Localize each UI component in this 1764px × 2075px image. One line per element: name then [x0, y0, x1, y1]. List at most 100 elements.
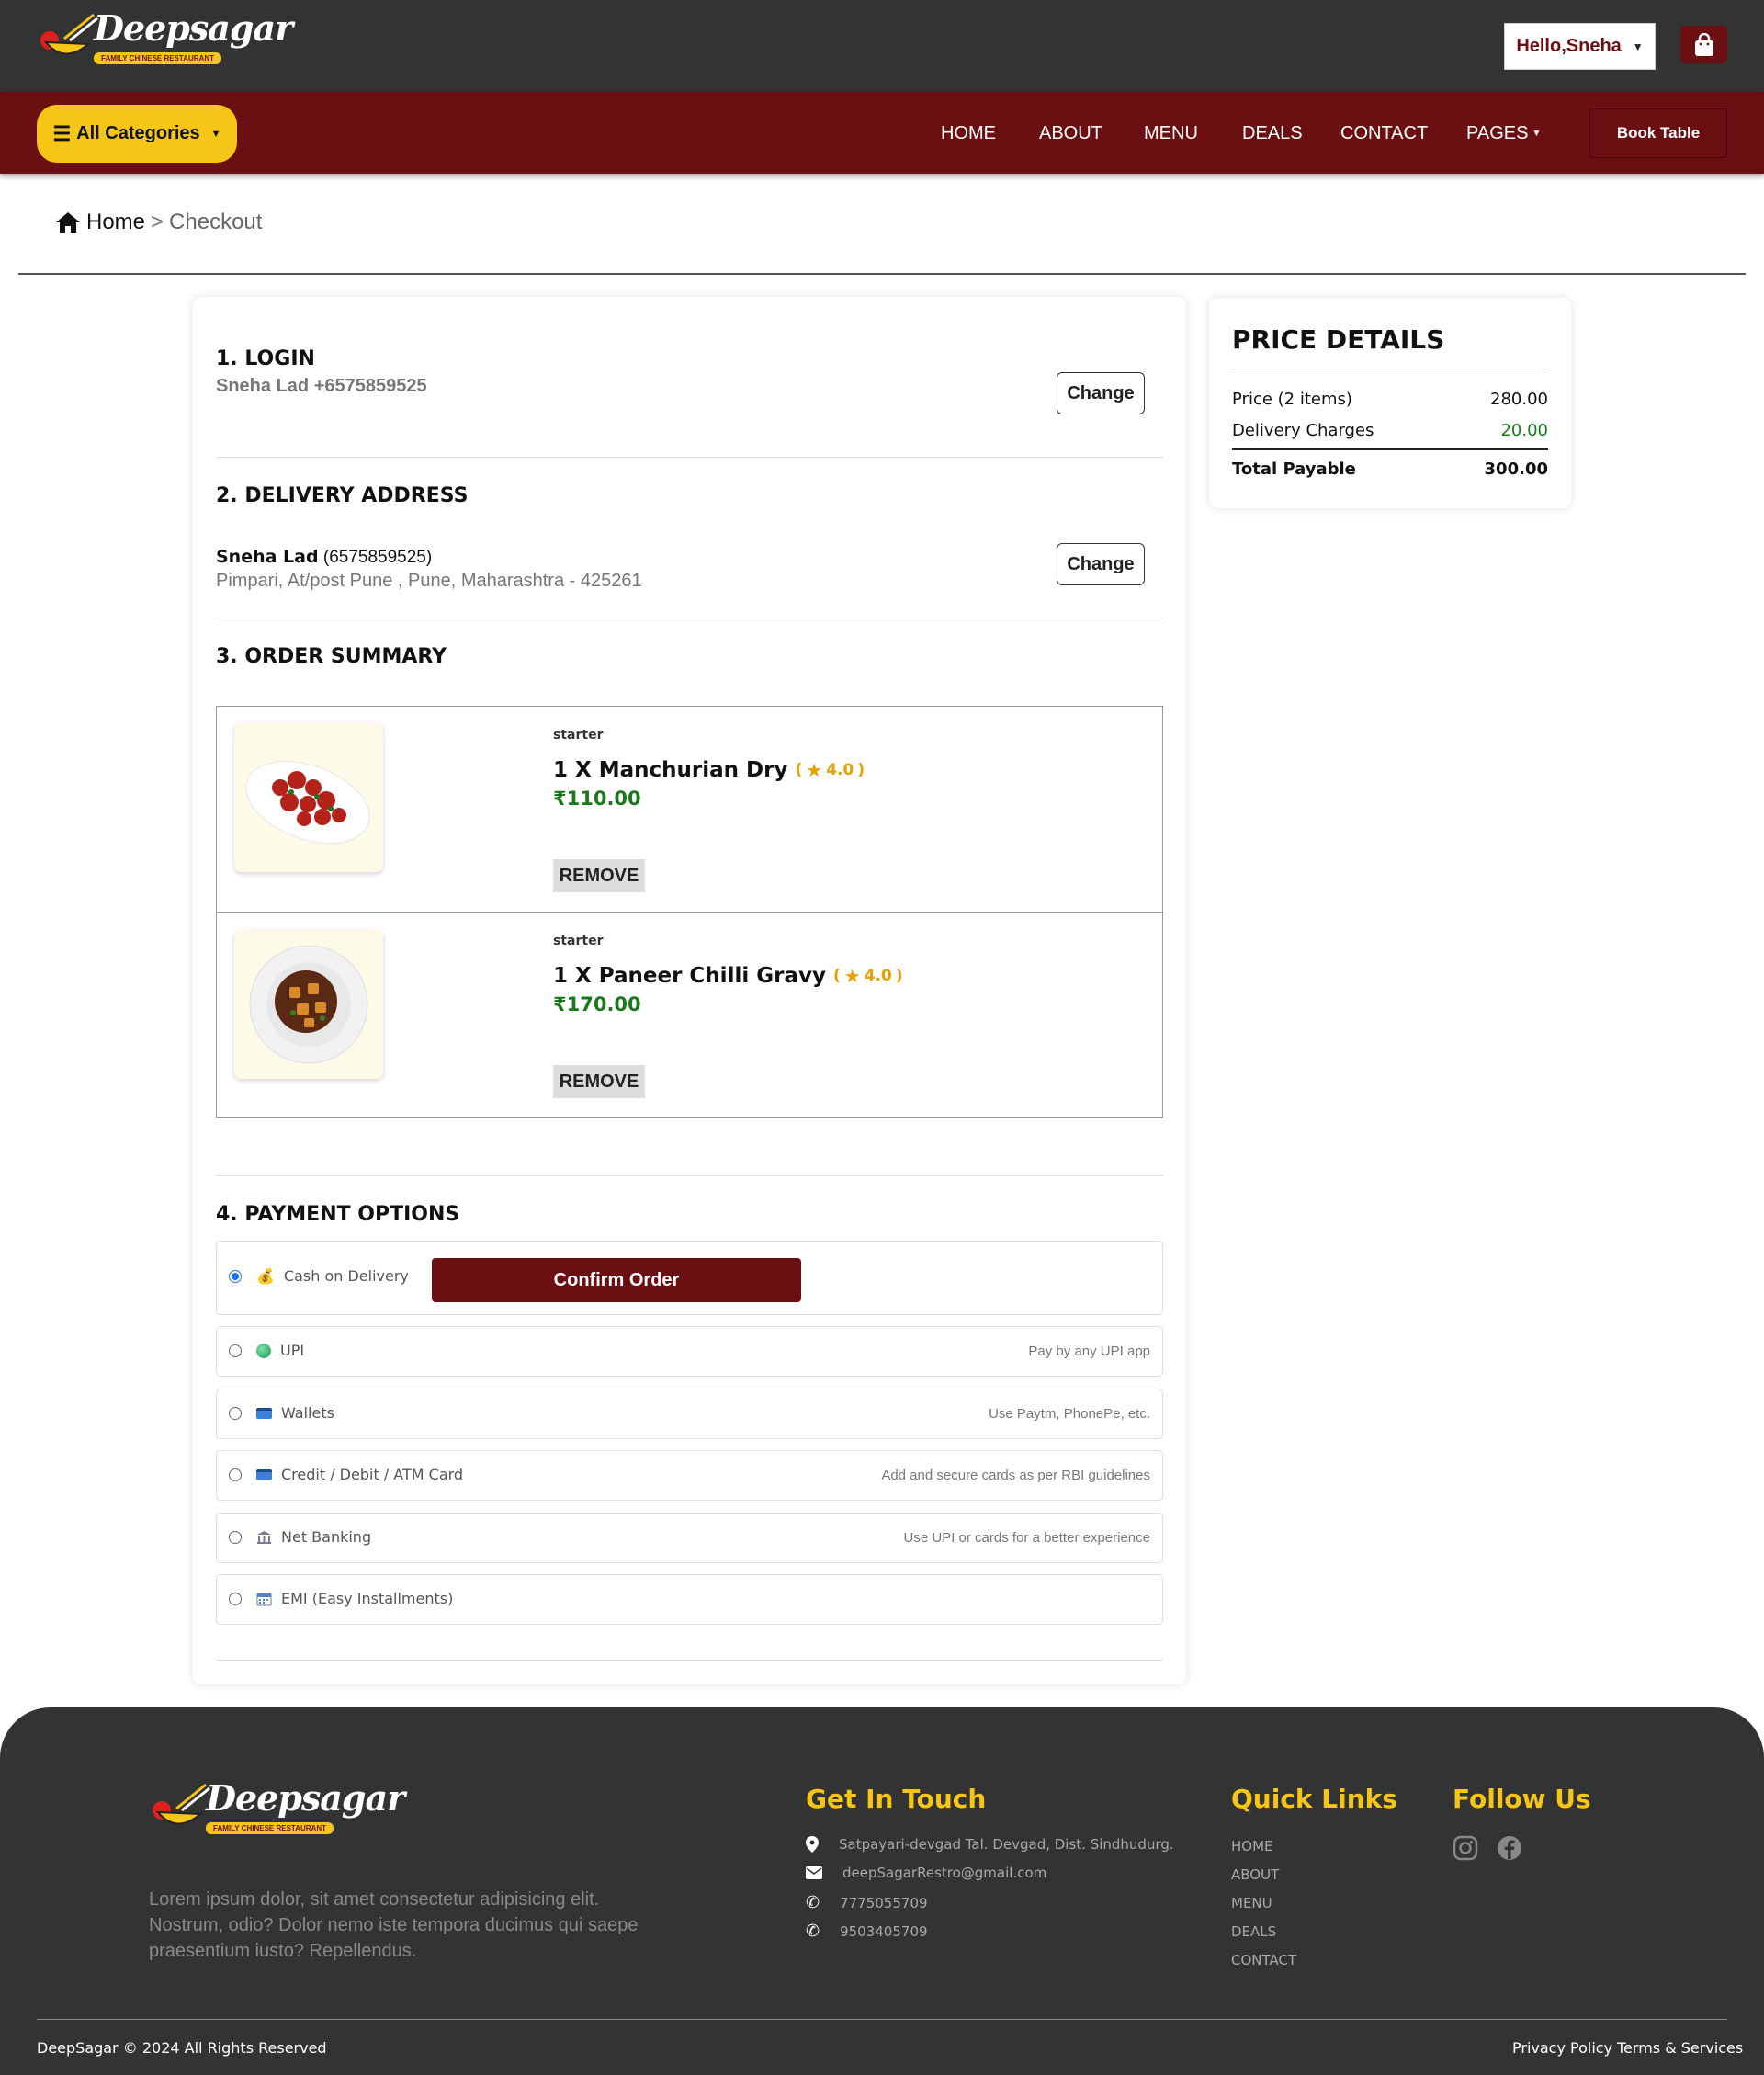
- footer-divider: [37, 2019, 1727, 2020]
- payment-label-emi: EMI (Easy Installments): [256, 1590, 453, 1607]
- brand-name: Deepsagar: [94, 6, 293, 49]
- payment-label-upi: UPI: [256, 1342, 304, 1359]
- nav-home[interactable]: HOME: [941, 123, 996, 144]
- total-row: Total Payable 300.00: [1232, 459, 1548, 479]
- total-value: 300.00: [1484, 459, 1548, 479]
- cart-button[interactable]: [1680, 26, 1727, 63]
- payment-option-upi[interactable]: [216, 1326, 1163, 1377]
- login-title: 1. LOGIN: [216, 347, 315, 370]
- payment-radio-emi[interactable]: [229, 1593, 242, 1605]
- payment-label-wallets: Wallets: [256, 1404, 334, 1422]
- payment-radio-wallets[interactable]: [229, 1407, 242, 1420]
- nav-about[interactable]: ABOUT: [1039, 123, 1102, 144]
- footer-email-text[interactable]: deepSagarRestro@gmail.com: [842, 1865, 1046, 1881]
- breadcrumb-separator: >: [151, 210, 164, 234]
- book-table-button[interactable]: Book Table: [1589, 108, 1727, 158]
- payment-label-text: UPI: [280, 1342, 305, 1359]
- footer-link-contact[interactable]: CONTACT: [1231, 1952, 1296, 1968]
- all-categories-button[interactable]: ☰ All Categories ▼: [37, 105, 237, 163]
- footer-link-about[interactable]: ABOUT: [1231, 1866, 1279, 1883]
- footer-contact-title: Get In Touch: [806, 1784, 987, 1814]
- order-summary-title: 3. ORDER SUMMARY: [216, 645, 447, 668]
- payment-label-text: Cash on Delivery: [283, 1267, 409, 1285]
- login-change-button[interactable]: Change: [1057, 372, 1145, 414]
- caret-down-icon: ▼: [210, 128, 221, 140]
- login-user: Sneha Lad +6575859525: [216, 376, 427, 396]
- address-line: Pimpari, At/post Pune , Pune, Maharashtr…: [216, 571, 642, 591]
- payment-hint-upi: Pay by any UPI app: [1028, 1344, 1150, 1359]
- footer-phone-2-text[interactable]: 9503405709: [840, 1923, 927, 1940]
- instagram-icon[interactable]: [1453, 1835, 1478, 1861]
- footer-brand-logo[interactable]: Deepsagar FAMILY CHINESE RESTAURANT: [149, 1777, 405, 1836]
- delivery-label: Delivery Charges: [1232, 421, 1374, 440]
- item-name: 1 X Manchurian Dry ( ★ 4.0 ): [553, 758, 865, 782]
- footer-address-text: Satpayari-devgad Tal. Devgad, Dist. Sind…: [839, 1836, 1174, 1853]
- greeting-label: Hello,Sneha: [1516, 36, 1622, 56]
- footer-email: deepSagarRestro@gmail.com: [806, 1865, 1046, 1881]
- item-price: ₹110.00: [553, 788, 641, 810]
- item-rating-value: 4.0: [826, 761, 854, 779]
- star-icon: ★: [806, 759, 823, 781]
- user-menu-button[interactable]: Hello,Sneha ▼: [1504, 23, 1656, 70]
- bank-icon: [257, 1530, 271, 1544]
- wallet-card-icon: [256, 1407, 272, 1419]
- payment-radio-upi[interactable]: [229, 1344, 242, 1357]
- breadcrumb-current: Checkout: [169, 210, 263, 234]
- nav-pages-label: PAGES: [1466, 123, 1529, 143]
- location-pin-icon: [806, 1836, 819, 1853]
- terms-link[interactable]: Terms & Services: [1617, 2039, 1743, 2057]
- divider: [18, 273, 1746, 275]
- breadcrumb-home[interactable]: Home: [86, 210, 145, 235]
- delivery-value: 20.00: [1500, 421, 1548, 440]
- remove-item-button[interactable]: REMOVE: [553, 1065, 645, 1098]
- footer-phone-1-text[interactable]: 7775055709: [840, 1895, 927, 1911]
- remove-item-button[interactable]: REMOVE: [553, 859, 645, 892]
- bowl-chopsticks-icon: [40, 13, 98, 55]
- caret-down-icon: ▼: [1532, 129, 1542, 139]
- address-name: Sneha Lad: [216, 547, 319, 567]
- phone-icon: ✆: [806, 1893, 820, 1911]
- social-links: [1453, 1835, 1522, 1861]
- payment-radio-card[interactable]: [229, 1468, 242, 1481]
- footer-link-deals[interactable]: DEALS: [1231, 1923, 1276, 1940]
- address-contact: Sneha Lad (6575859525): [216, 547, 432, 568]
- price-details-title: PRICE DETAILS: [1232, 324, 1445, 355]
- all-categories-label: All Categories: [76, 123, 200, 143]
- footer-link-home[interactable]: HOME: [1231, 1838, 1273, 1854]
- address-change-button[interactable]: Change: [1057, 543, 1145, 585]
- footer-copyright: DeepSagar © 2024 All Rights Reserved: [37, 2039, 327, 2057]
- footer-link-menu[interactable]: MENU: [1231, 1895, 1272, 1911]
- item-name: 1 X Paneer Chilli Gravy ( ★ 4.0 ): [553, 964, 903, 988]
- nav-pages[interactable]: PAGES ▼: [1466, 123, 1541, 144]
- bowl-chopsticks-icon: [153, 1783, 210, 1825]
- privacy-policy-link[interactable]: Privacy Policy: [1512, 2039, 1612, 2057]
- payment-label-cod: 💰 Cash on Delivery: [256, 1267, 409, 1285]
- footer-phone-1: ✆ 7775055709: [806, 1893, 928, 1912]
- facebook-icon[interactable]: [1497, 1835, 1522, 1861]
- footer-about: Lorem ipsum dolor, sit amet consectetur …: [149, 1889, 639, 1961]
- payment-hint-netbanking: Use UPI or cards for a better experience: [903, 1530, 1150, 1546]
- nav-contact[interactable]: CONTACT: [1340, 123, 1428, 144]
- shopping-bag-icon: [1694, 32, 1713, 56]
- upi-icon: [256, 1343, 271, 1358]
- nav-deals[interactable]: DEALS: [1242, 123, 1303, 144]
- payment-label-netbanking: Net Banking: [256, 1528, 371, 1546]
- home-icon: [56, 212, 80, 233]
- item-price: ₹170.00: [553, 993, 641, 1015]
- payment-label-text: EMI (Easy Installments): [281, 1590, 454, 1607]
- price-row: Price (2 items) 280.00: [1232, 390, 1548, 409]
- divider: [216, 457, 1163, 458]
- item-name-label: 1 X Paneer Chilli Gravy: [553, 964, 826, 988]
- payment-title: 4. PAYMENT OPTIONS: [216, 1203, 460, 1226]
- address-title: 2. DELIVERY ADDRESS: [216, 484, 469, 507]
- nav-menu[interactable]: MENU: [1144, 123, 1198, 144]
- hamburger-icon: ☰: [52, 121, 72, 145]
- divider: [1232, 448, 1548, 450]
- footer-follow-title: Follow Us: [1453, 1784, 1591, 1814]
- payment-radio-cod[interactable]: [229, 1270, 242, 1283]
- confirm-order-button[interactable]: Confirm Order: [432, 1258, 801, 1302]
- payment-radio-netbanking[interactable]: [229, 1531, 242, 1544]
- brand-logo[interactable]: Deepsagar FAMILY CHINESE RESTAURANT: [37, 7, 293, 66]
- item-name-label: 1 X Manchurian Dry: [553, 758, 788, 782]
- caret-down-icon: ▼: [1632, 40, 1644, 53]
